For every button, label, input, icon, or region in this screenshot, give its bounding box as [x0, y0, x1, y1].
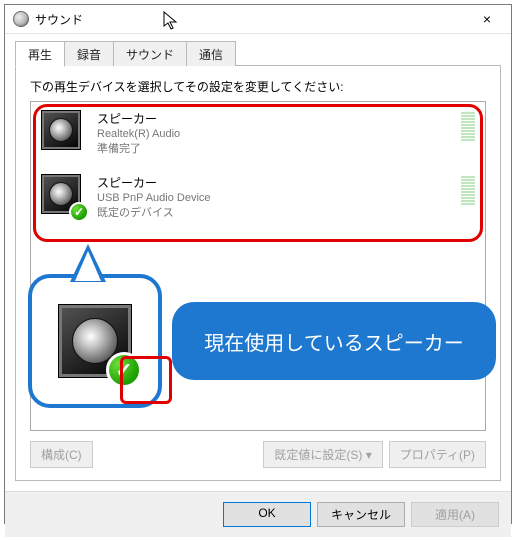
device-info: スピーカー USB PnP Audio Device 既定のデバイス [97, 174, 455, 222]
annotation-callout: ✓ [28, 274, 162, 408]
cursor-icon [163, 11, 179, 31]
device-icon [41, 110, 85, 154]
speaker-icon [41, 110, 81, 150]
level-meter-icon [461, 176, 475, 205]
checkmark-icon: ✓ [69, 202, 89, 222]
checkmark-large-icon: ✓ [106, 352, 142, 388]
device-row[interactable]: ✓ スピーカー USB PnP Audio Device 既定のデバイス [31, 166, 485, 230]
speaker-large-icon: ✓ [58, 304, 132, 378]
configure-button[interactable]: 構成(C) [30, 441, 93, 468]
annotation-label: 現在使用しているスピーカー [172, 302, 496, 380]
device-driver: Realtek(R) Audio [97, 127, 455, 142]
tab-recording[interactable]: 録音 [64, 41, 114, 66]
tab-sound[interactable]: サウンド [113, 41, 187, 66]
ok-button[interactable]: OK [223, 502, 311, 527]
level-meter-icon [461, 112, 475, 141]
close-icon: × [483, 11, 491, 27]
device-icon: ✓ [41, 174, 85, 218]
tab-playback[interactable]: 再生 [15, 41, 65, 67]
device-status: 準備完了 [97, 142, 455, 157]
instruction-text: 下の再生デバイスを選択してその設定を変更してください: [30, 78, 486, 95]
dialog-button-row: OK キャンセル 適用(A) [5, 491, 511, 537]
device-info: スピーカー Realtek(R) Audio 準備完了 [97, 110, 455, 158]
tab-strip: 再生 録音 サウンド 通信 [15, 40, 501, 66]
panel-buttons: 構成(C) 既定値に設定(S) ▾ プロパティ(P) [30, 441, 486, 468]
device-status: 既定のデバイス [97, 206, 455, 221]
apply-button[interactable]: 適用(A) [411, 502, 499, 527]
chevron-down-icon: ▾ [366, 448, 372, 462]
cancel-button[interactable]: キャンセル [317, 502, 405, 527]
device-driver: USB PnP Audio Device [97, 191, 455, 206]
close-button[interactable]: × [465, 5, 509, 33]
window-title: サウンド [35, 11, 83, 28]
titlebar: サウンド × [5, 5, 511, 34]
device-name: スピーカー [97, 110, 455, 127]
device-name: スピーカー [97, 174, 455, 191]
set-default-button[interactable]: 既定値に設定(S) ▾ [263, 441, 382, 468]
tab-communication[interactable]: 通信 [186, 41, 236, 66]
properties-button[interactable]: プロパティ(P) [389, 441, 486, 468]
sound-icon [13, 11, 29, 27]
device-row[interactable]: スピーカー Realtek(R) Audio 準備完了 [31, 102, 485, 166]
